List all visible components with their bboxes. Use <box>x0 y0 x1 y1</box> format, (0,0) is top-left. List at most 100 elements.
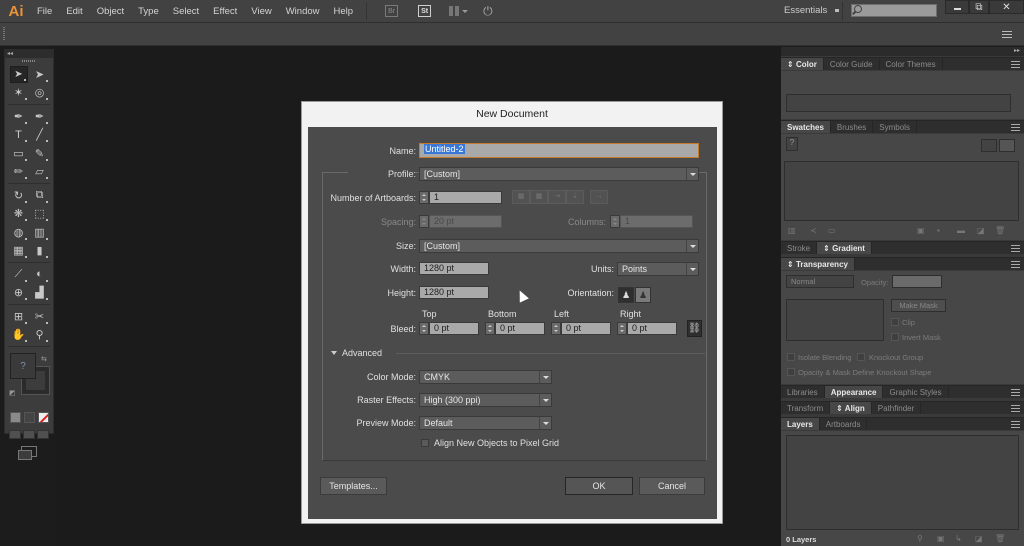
show-kinds-icon[interactable]: ≺ <box>810 226 817 235</box>
mesh-tool[interactable]: ▦ <box>10 242 28 259</box>
cancel-button[interactable]: Cancel <box>639 477 705 495</box>
tab-brushes[interactable]: Brushes <box>831 121 874 133</box>
bleed-left-stepper[interactable] <box>551 322 561 335</box>
align-pixel-grid-checkbox[interactable]: Align New Objects to Pixel Grid <box>421 438 559 448</box>
drag-handle[interactable] <box>22 60 36 62</box>
menu-effect[interactable]: Effect <box>206 6 244 17</box>
bleed-top-stepper[interactable] <box>419 322 429 335</box>
landscape-orientation-button[interactable]: ♟ <box>635 287 651 303</box>
preview-mode-select[interactable]: Default <box>419 416 552 430</box>
shape-builder-tool[interactable]: ◍ <box>10 224 28 241</box>
locate-object-icon[interactable]: ⚲ <box>917 534 923 543</box>
list-view-icon[interactable] <box>981 139 997 152</box>
column-graph-tool[interactable]: ▟ <box>31 284 49 301</box>
restore-button[interactable]: ⧉ <box>969 0 989 14</box>
clipping-mask-icon[interactable]: ▣ <box>937 534 945 543</box>
new-swatch-icon[interactable]: ▪ <box>937 226 940 235</box>
tab-graphic-styles[interactable]: Graphic Styles <box>883 386 949 398</box>
templates-button[interactable]: Templates... <box>320 477 387 495</box>
checkbox[interactable] <box>421 439 429 447</box>
draw-inside-button[interactable] <box>37 430 49 439</box>
menu-window[interactable]: Window <box>279 6 327 17</box>
delete-layer-icon[interactable]: 🗑 <box>995 534 1005 543</box>
grid-by-column-icon[interactable]: ▦ <box>530 190 548 204</box>
drag-handle[interactable] <box>3 27 5 41</box>
new-sublayer-icon[interactable]: ↳ <box>955 534 962 543</box>
panel-menu-icon[interactable] <box>1011 261 1020 268</box>
isolate-blending-checkbox[interactable] <box>787 353 795 361</box>
tab-transform[interactable]: Transform <box>781 402 831 414</box>
rectangle-tool[interactable]: ▭ <box>10 145 28 162</box>
tab-align[interactable]: ⇕ Align <box>830 402 872 414</box>
clip-checkbox[interactable] <box>891 318 899 326</box>
tab-appearance[interactable]: Appearance <box>824 386 884 398</box>
units-select[interactable]: Points <box>617 262 699 276</box>
profile-select[interactable]: [Custom] <box>419 167 699 181</box>
slice-tool[interactable]: ✂ <box>31 308 49 325</box>
raster-effects-select[interactable]: High (300 ppi) <box>419 393 552 407</box>
symbol-sprayer-tool[interactable]: ⊕ <box>10 284 28 301</box>
draw-normal-button[interactable] <box>9 430 21 439</box>
portrait-orientation-button[interactable]: ♟ <box>618 287 634 303</box>
size-select[interactable]: [Custom] <box>419 239 699 253</box>
rotate-tool[interactable]: ↻ <box>10 187 28 204</box>
gradient-mode-button[interactable] <box>23 412 35 423</box>
right-to-left-icon[interactable]: → <box>590 190 608 204</box>
minimize-button[interactable] <box>945 0 969 14</box>
menu-type[interactable]: Type <box>131 6 166 17</box>
eraser-tool[interactable]: ▱ <box>31 163 49 180</box>
opacity-mask-knockout-checkbox[interactable] <box>787 368 795 376</box>
bleed-right-stepper[interactable] <box>617 322 627 335</box>
perspective-grid-tool[interactable]: ▥ <box>31 224 49 241</box>
curvature-tool[interactable]: ✒ <box>31 108 49 125</box>
magic-wand-tool[interactable]: ✶ <box>10 84 28 101</box>
type-tool[interactable]: T <box>10 126 28 143</box>
blend-mode-select[interactable]: Normal <box>786 275 854 288</box>
panel-menu-icon[interactable] <box>1011 124 1020 131</box>
bleed-bottom-stepper[interactable] <box>485 322 495 335</box>
color-mode-button[interactable] <box>9 412 21 423</box>
paintbrush-tool[interactable]: ✎ <box>31 145 49 162</box>
tab-color[interactable]: ⇕ Color <box>781 58 824 70</box>
default-fill-stroke-icon[interactable]: ◩ <box>9 389 16 397</box>
bridge-icon[interactable]: Br <box>385 5 399 17</box>
blend-tool[interactable]: ◐ <box>31 266 49 283</box>
layers-list[interactable] <box>786 435 1019 530</box>
swatch-list[interactable] <box>784 161 1019 221</box>
line-segment-tool[interactable]: ╱ <box>31 126 49 143</box>
none-mode-button[interactable] <box>37 412 49 423</box>
folder-icon[interactable]: ▬ <box>957 226 965 235</box>
pen-tool[interactable]: ✒ <box>10 108 28 125</box>
stock-icon[interactable]: St <box>418 5 432 17</box>
artboards-stepper[interactable] <box>419 191 429 204</box>
tab-layers[interactable]: Layers <box>781 418 820 430</box>
panel-menu-icon[interactable] <box>1011 405 1020 412</box>
color-mode-select[interactable]: CMYK <box>419 370 552 384</box>
tab-gradient[interactable]: ⇕ Gradient <box>817 242 872 254</box>
bleed-right-input[interactable]: 0 pt <box>627 322 677 335</box>
menu-select[interactable]: Select <box>166 6 206 17</box>
arrange-by-column-icon[interactable]: ⇣ <box>566 190 584 204</box>
delete-swatch-icon[interactable]: 🗑 <box>995 226 1005 235</box>
arrange-documents-icon[interactable] <box>449 5 469 17</box>
draw-behind-button[interactable] <box>23 430 35 439</box>
menu-help[interactable]: Help <box>327 6 361 17</box>
color-spectrum[interactable] <box>786 94 1011 112</box>
hand-tool[interactable]: ✋ <box>10 326 28 343</box>
opacity-input[interactable] <box>892 275 942 288</box>
tab-stroke[interactable]: Stroke <box>781 242 818 254</box>
tab-transparency[interactable]: ⇕ Transparency <box>781 258 855 270</box>
warp-tool[interactable]: ❋ <box>10 205 28 222</box>
panel-menu-icon[interactable] <box>1011 421 1020 428</box>
collapse-panels-icon[interactable]: ▸▸ <box>1014 47 1020 54</box>
arrange-by-row-icon[interactable]: ⇢ <box>548 190 566 204</box>
swap-fill-stroke-icon[interactable]: ⇆ <box>41 355 47 363</box>
new-item-icon[interactable]: ◪ <box>977 226 985 235</box>
panel-menu-icon[interactable] <box>1011 389 1020 396</box>
panel-menu-icon[interactable] <box>1011 61 1020 68</box>
scale-tool[interactable]: ⧉ <box>31 187 49 204</box>
close-button[interactable]: ✕ <box>989 0 1024 14</box>
tab-pathfinder[interactable]: Pathfinder <box>872 402 922 414</box>
gpu-performance-icon[interactable]: ⏻ <box>483 4 501 18</box>
panel-menu-icon[interactable] <box>1011 245 1020 252</box>
